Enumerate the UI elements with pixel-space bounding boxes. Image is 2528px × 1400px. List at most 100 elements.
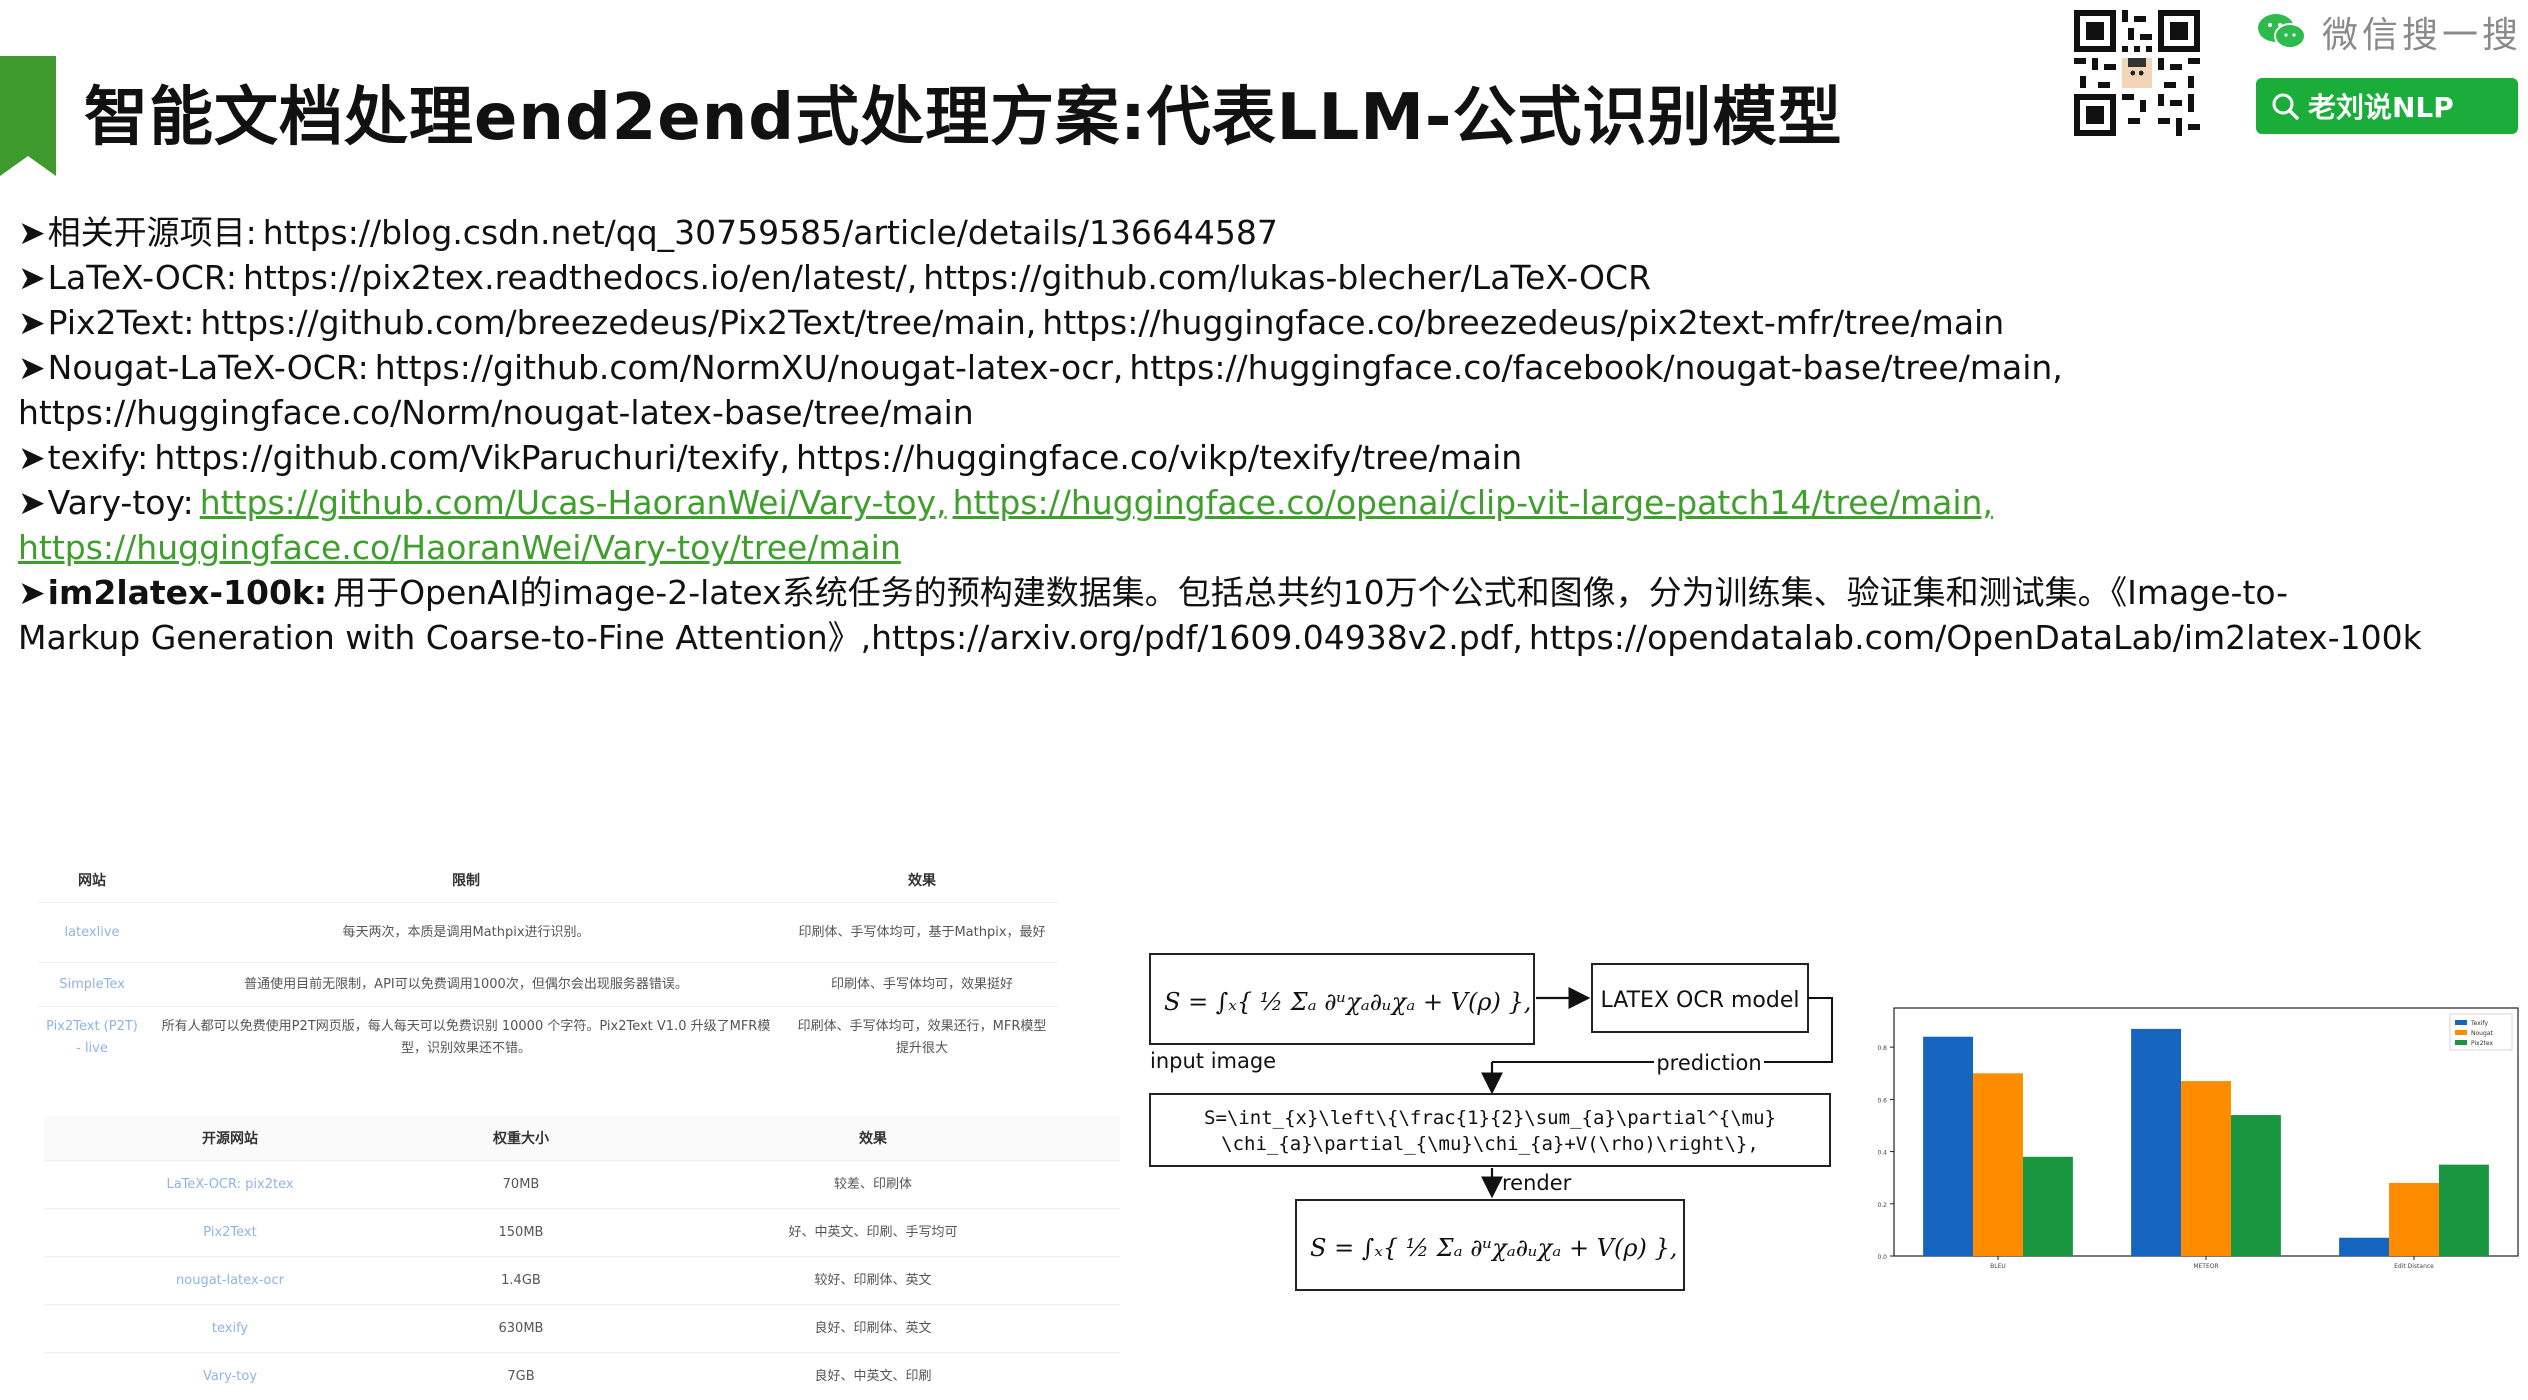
table-cell: 较差、印刷体: [626, 1161, 1120, 1209]
table-cell: 1.4GB: [416, 1257, 626, 1305]
latex-line-2: \chi_{a}\partial_{\mu}\chi_{a}+V(\rho)\r…: [1221, 1133, 1759, 1155]
item-label: Nougat-LaTeX-OCR:: [48, 348, 369, 387]
table-cell-site[interactable]: Pix2Text (P2T) - live: [38, 1007, 146, 1069]
latex-prediction-box: [1150, 1094, 1830, 1166]
table-row: Pix2Text (P2T) - live 所有人都可以免费使用P2T网页版，每…: [38, 1007, 1058, 1069]
bar: [1923, 1037, 1973, 1256]
legend-swatch: [2455, 1030, 2467, 1035]
item-label: Pix2Text:: [48, 303, 195, 342]
table-header: 限制: [146, 858, 786, 903]
list-item-continuation: https://huggingface.co/HaoranWei/Vary-to…: [18, 525, 2518, 570]
bar: [2439, 1165, 2489, 1256]
legend-label: Nougat: [2471, 1030, 2493, 1037]
list-item: ➤Vary-toy:https://github.com/Ucas-Haoran…: [18, 480, 2518, 525]
bar: [2231, 1115, 2281, 1256]
link[interactable]: https://huggingface.co/Norm/nougat-latex…: [18, 393, 974, 432]
link[interactable]: https://github.com/breezedeus/Pix2Text/t…: [200, 303, 1036, 342]
input-image-label: input image: [1150, 1049, 1276, 1073]
y-tick-label: 0.4: [1877, 1150, 1887, 1157]
table-header: 效果: [786, 858, 1058, 903]
item-label: im2latex-100k:: [48, 573, 327, 612]
wechat-search-label: 微信搜一搜: [2322, 6, 2522, 58]
y-tick-label: 0.0: [1877, 1254, 1887, 1261]
table-cell-site[interactable]: Pix2Text: [44, 1209, 416, 1257]
render-label: render: [1502, 1171, 1572, 1195]
item-label: LaTeX-OCR:: [48, 258, 237, 297]
table-row: SimpleTex 普通使用目前无限制，API可以免费调用1000次，但偶尔会出…: [38, 963, 1058, 1007]
link[interactable]: https://github.com/NormXU/nougat-latex-o…: [375, 348, 1124, 387]
bar: [1973, 1073, 2023, 1256]
bullet-arrow-icon: ➤: [18, 213, 46, 252]
y-tick-label: 0.6: [1877, 1097, 1887, 1104]
table-cell-site[interactable]: texify: [44, 1305, 416, 1353]
legend-label: Texify: [2470, 1020, 2488, 1027]
wechat-account-label: 老刘说NLP: [2308, 86, 2454, 126]
table-row: latexlive 每天两次，本质是调用Mathpix进行识别。 印刷体、手写体…: [38, 903, 1058, 963]
item-label: Vary-toy:: [48, 483, 194, 522]
legend-swatch: [2455, 1040, 2467, 1045]
table-cell-site[interactable]: Vary-toy: [44, 1353, 416, 1400]
x-tick-label: Edit Distance: [2394, 1263, 2434, 1270]
link[interactable]: https://github.com/lukas-blecher/LaTeX-O…: [923, 258, 1651, 297]
table-cell: 7GB: [416, 1353, 626, 1400]
qr-code-icon: [2074, 10, 2200, 136]
table-cell: 所有人都可以免费使用P2T网页版，每人每天可以免费识别 10000 个字符。Pi…: [146, 1007, 786, 1069]
table-cell: 普通使用目前无限制，API可以免费调用1000次，但偶尔会出现服务器错误。: [146, 963, 786, 1007]
table-cell: 印刷体、手写体均可，基于Mathpix，最好: [786, 903, 1058, 963]
slide-title: 智能文档处理end2end式处理方案:代表LLM-公式识别模型: [84, 66, 1843, 158]
list-item-continuation: Markup Generation with Coarse-to-Fine At…: [18, 615, 2518, 660]
wechat-search-badge: 微信搜一搜 老刘说NLP: [2256, 4, 2526, 134]
list-item: ➤相关开源项目:https://blog.csdn.net/qq_3075958…: [18, 210, 2518, 255]
link[interactable]: https://huggingface.co/openai/clip-vit-l…: [953, 483, 1993, 522]
link[interactable]: https://pix2tex.readthedocs.io/en/latest…: [243, 258, 917, 297]
table-cell: 印刷体、手写体均可，效果还行，MFR模型提升很大: [786, 1007, 1058, 1069]
benchmark-bar-chart: 0.0 0.2 0.4 0.6 0.8 BLEU METEOR Edit Distance T…: [1866, 992, 2526, 1288]
table-cell: 70MB: [416, 1161, 626, 1209]
bullet-arrow-icon: ➤: [18, 303, 46, 342]
link[interactable]: https://github.com/Ucas-HaoranWei/Vary-t…: [200, 483, 947, 522]
item-label: texify:: [48, 438, 149, 477]
link[interactable]: https://huggingface.co/HaoranWei/Vary-to…: [18, 528, 901, 567]
link[interactable]: https://github.com/VikParuchuri/texify,: [154, 438, 790, 477]
bar: [2389, 1183, 2439, 1256]
list-item: ➤im2latex-100k:用于OpenAI的image-2-latex系统任…: [18, 570, 2518, 615]
bullet-arrow-icon: ➤: [18, 348, 46, 387]
list-item: ➤Pix2Text:https://github.com/breezedeus/…: [18, 300, 2518, 345]
y-tick-label: 0.2: [1877, 1202, 1887, 1209]
table-cell: 印刷体、手写体均可，效果挺好: [786, 963, 1058, 1007]
list-item: ➤texify:https://github.com/VikParuchuri/…: [18, 435, 2518, 480]
table-cell-site[interactable]: LaTeX-OCR: pix2tex: [44, 1161, 416, 1209]
bullet-arrow-icon: ➤: [18, 438, 46, 477]
link[interactable]: https://blog.csdn.net/qq_30759585/articl…: [263, 213, 1278, 252]
legend-swatch: [2455, 1020, 2467, 1025]
table-cell-site[interactable]: SimpleTex: [38, 963, 146, 1007]
table-cell-site[interactable]: nougat-latex-ocr: [44, 1257, 416, 1305]
latex-ocr-pipeline-diagram: S = ∫ₓ{ ½ Σₐ ∂ᵘχₐ∂ᵤχₐ + V(ρ) }, input im…: [1146, 944, 1836, 1304]
link[interactable]: https://huggingface.co/vikp/texify/tree/…: [796, 438, 1522, 477]
bar: [2181, 1081, 2231, 1256]
table-cell: 好、中英文、印刷、手写均可: [626, 1209, 1120, 1257]
search-icon: [2270, 91, 2300, 121]
link[interactable]: https://opendatalab.com/OpenDataLab/im2l…: [1529, 618, 2422, 657]
table-cell: 150MB: [416, 1209, 626, 1257]
bar: [2339, 1238, 2389, 1256]
wechat-account-button[interactable]: 老刘说NLP: [2256, 78, 2518, 134]
prediction-label: prediction: [1656, 1051, 1761, 1075]
table-header: 效果: [626, 1116, 1120, 1161]
table-row: Pix2Text 150MB 好、中英文、印刷、手写均可: [44, 1209, 1120, 1257]
latex-line-1: S=\int_{x}\left\{\frac{1}{2}\sum_{a}\par…: [1204, 1107, 1776, 1129]
table-cell-site[interactable]: latexlive: [38, 903, 146, 963]
x-tick-label: METEOR: [2193, 1263, 2218, 1270]
table-header: 网站: [38, 858, 146, 903]
link[interactable]: https://huggingface.co/facebook/nougat-b…: [1129, 348, 2062, 387]
ocr-model-label: LATEX OCR model: [1601, 988, 1800, 1013]
x-tick-label: BLEU: [1990, 1263, 2006, 1270]
y-tick-label: 0.8: [1877, 1045, 1887, 1052]
item-description: 用于OpenAI的image-2-latex系统任务的预构建数据集。包括总共约1…: [333, 573, 2288, 612]
slide-accent-marker: [0, 56, 56, 176]
link[interactable]: https://huggingface.co/breezedeus/pix2te…: [1042, 303, 2004, 342]
legend-label: Pix2tex: [2471, 1040, 2493, 1047]
table-cell: 较好、印刷体、英文: [626, 1257, 1120, 1305]
table-header: 开源网站: [44, 1116, 416, 1161]
formula-image: S = ∫ₓ{ ½ Σₐ ∂ᵘχₐ∂ᵤχₐ + V(ρ) },: [1164, 988, 1531, 1016]
